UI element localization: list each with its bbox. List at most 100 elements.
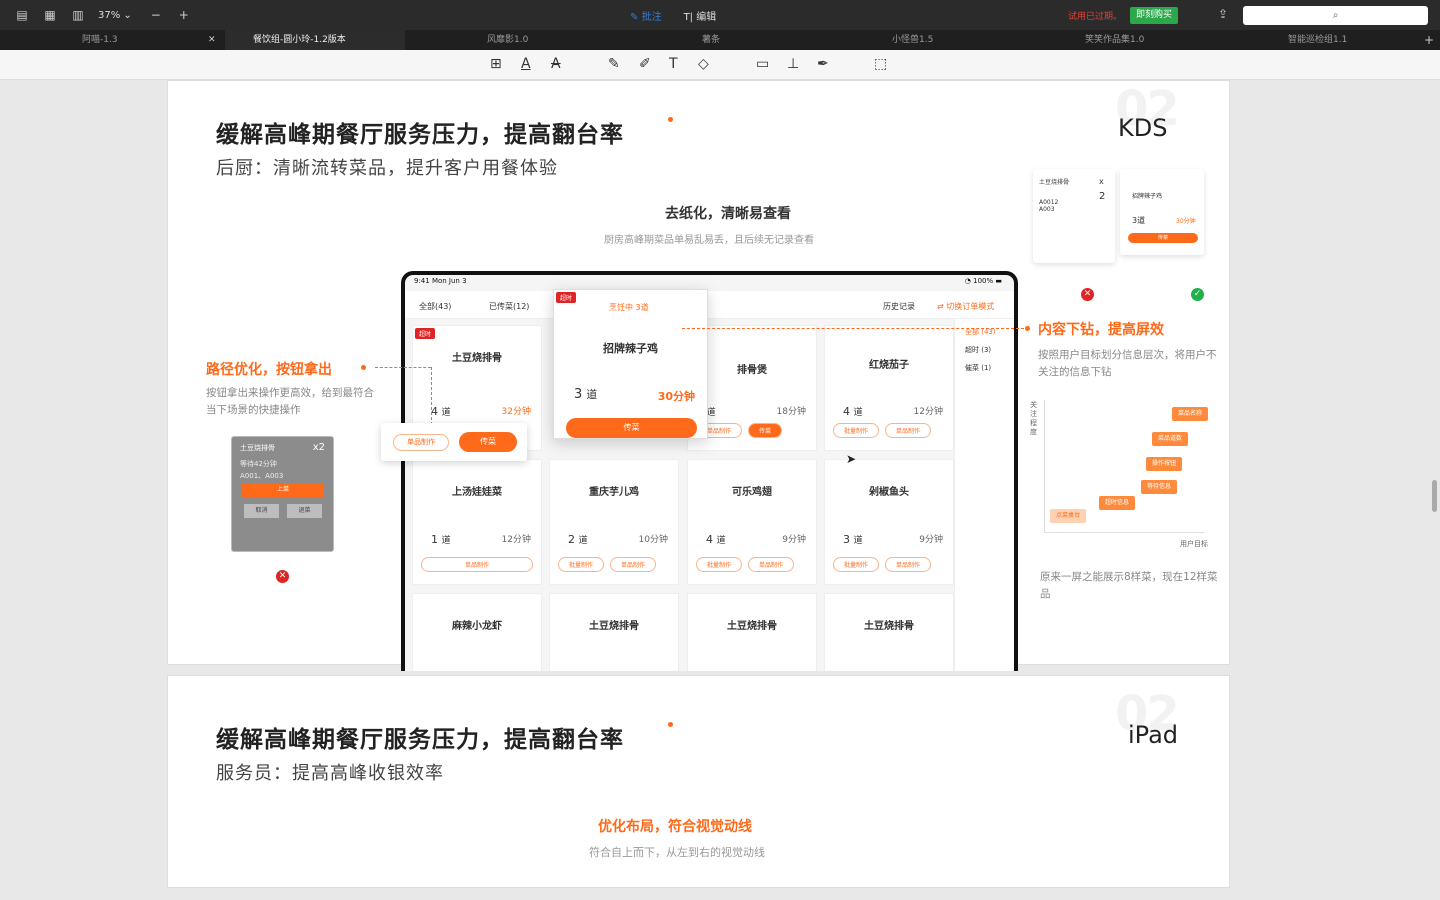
- accent-dot: [668, 722, 673, 727]
- zoom-out-icon[interactable]: −: [142, 8, 170, 22]
- accent-dot: [1025, 326, 1030, 331]
- switch-order-mode[interactable]: ⇄ 切换订单模式: [937, 301, 994, 312]
- dish-qty: 4 道: [706, 532, 726, 546]
- priority-pill: 超时信息: [1099, 496, 1136, 510]
- dish-name: 土豆烧排骨: [589, 621, 639, 632]
- close-tab-icon[interactable]: ✕: [208, 30, 216, 50]
- share-icon[interactable]: ⇪: [1218, 7, 1228, 21]
- zoom-select[interactable]: 37% ⌄: [98, 10, 132, 21]
- annotate-mode-button[interactable]: ✎ 批注: [630, 8, 662, 23]
- dish-card[interactable]: 可乐鸡翅 4 道 9分钟 批量制作 单品制作: [687, 459, 817, 585]
- single-make-button[interactable]: 单品制作: [610, 557, 657, 572]
- batch-make-button[interactable]: 批量制作: [558, 557, 605, 572]
- single-make-button[interactable]: 单品制作: [393, 434, 449, 451]
- single-make-button[interactable]: 单品制作: [421, 557, 533, 572]
- status-time: 9:41 Mon Jun 3: [414, 277, 467, 285]
- old-design-card: 土豆烧排骨 x2 等待42分钟 A001、A003 上菜 取消 退菜: [231, 436, 334, 552]
- old-count: x2: [312, 442, 325, 453]
- annotation-toolbar: ⊞ A A ✎ ✐ T ◇ ▭ ⊥ ✒ ⬚: [0, 50, 1440, 80]
- dish-card[interactable]: 上汤娃娃菜 1 道 12分钟 单品制作: [412, 459, 542, 585]
- quick-action-popup: 单品制作 传菜: [381, 423, 527, 461]
- old-wait: 等待42分钟: [240, 460, 277, 468]
- right-callout-title: 内容下钻，提高屏效: [1038, 322, 1164, 338]
- filter-urge[interactable]: 催菜 (1): [965, 363, 1014, 373]
- slide-ipad: 缓解高峰期餐厅服务压力，提高翻台率 服务员：提高高峰收银效率 02 iPad 优…: [167, 675, 1230, 888]
- note-icon[interactable]: ▭: [756, 56, 769, 72]
- grid-view-icon[interactable]: ▦: [36, 8, 64, 22]
- page-view-icon[interactable]: ▥: [64, 8, 92, 22]
- dish-card[interactable]: 土豆烧排骨: [549, 593, 679, 671]
- dish-card[interactable]: 土豆烧排骨: [824, 593, 954, 671]
- edit-mode-button[interactable]: T| 编辑: [684, 8, 717, 23]
- search-icon: ⌕: [1332, 10, 1339, 21]
- stamp-icon[interactable]: ⊥: [787, 56, 799, 72]
- serve-button[interactable]: 传菜: [566, 418, 697, 438]
- tab-document[interactable]: 笑笑作品集1.0: [1085, 30, 1144, 50]
- strikethrough-text-icon[interactable]: A: [551, 56, 561, 72]
- dish-unit: 道: [578, 535, 588, 546]
- tab-document[interactable]: 薯条: [702, 30, 720, 50]
- shapes-icon[interactable]: ◇: [698, 56, 709, 72]
- dish-actions: 单品制作: [421, 557, 533, 572]
- dish-qty: 4 道: [431, 404, 451, 418]
- dish-actions: 批量制作 单品制作: [696, 557, 795, 572]
- batch-make-button[interactable]: 批量制作: [696, 557, 743, 572]
- underline-text-icon[interactable]: A: [521, 56, 531, 72]
- dish-name: 土豆烧排骨: [864, 621, 914, 632]
- text-box-icon[interactable]: ⊞: [490, 56, 502, 72]
- priority-y-axis: [1044, 400, 1045, 532]
- tab-served[interactable]: 已传菜(12): [489, 301, 529, 312]
- tab-document[interactable]: 智能巡检组1.1: [1288, 30, 1347, 50]
- buy-now-button[interactable]: 即刻购买: [1130, 7, 1179, 24]
- dish-unit: 道: [441, 407, 451, 418]
- dish-card[interactable]: 土豆烧排骨: [687, 593, 817, 671]
- tab-document[interactable]: 小怪兽1.5: [892, 30, 933, 50]
- serve-button[interactable]: 传菜: [459, 432, 517, 452]
- select-area-icon[interactable]: ⬚: [874, 56, 887, 72]
- zoom-value: 37%: [98, 9, 121, 21]
- batch-make-button[interactable]: 批量制作: [833, 423, 880, 438]
- signature-icon[interactable]: ✒: [817, 56, 829, 72]
- batch-make-button[interactable]: 批量制作: [833, 557, 880, 572]
- overtime-badge: 超时: [556, 292, 577, 303]
- tab-document-active[interactable]: 餐饮组-圆小玲-1.2版本: [225, 30, 405, 50]
- slide-title: 缓解高峰期餐厅服务压力，提高翻台率: [216, 122, 624, 148]
- sidebar-toggle-icon[interactable]: ▤: [8, 8, 36, 22]
- overtime-badge: 超时: [415, 328, 436, 339]
- highlighted-dish-card[interactable]: 超时 烹饪中 3道 招牌辣子鸡 3 道 30分钟 传菜: [553, 289, 708, 439]
- new-tab-icon[interactable]: +: [1424, 30, 1434, 50]
- pencil-icon[interactable]: ✎: [608, 56, 620, 72]
- goal-axis-label: 用户目标: [1180, 540, 1208, 548]
- filter-overtime[interactable]: 超时 (3): [965, 345, 1014, 355]
- priority-pill: 菜品名称: [1172, 407, 1209, 421]
- dish-unit: 道: [853, 535, 863, 546]
- single-make-button[interactable]: 单品制作: [885, 423, 932, 438]
- kds-filter-sidebar: 全部 (43) 超时 (3) 催菜 (1): [954, 319, 1014, 671]
- connector-line: [682, 328, 1024, 329]
- old-serve-button: 上菜: [242, 483, 324, 497]
- new-mini-card: 招牌辣子鸡 3道 30分钟 传菜: [1120, 169, 1204, 255]
- serve-button[interactable]: 传菜: [748, 423, 783, 438]
- single-make-button[interactable]: 单品制作: [885, 557, 932, 572]
- dish-wait: 12分钟: [913, 407, 943, 417]
- edit-label: 编辑: [696, 11, 717, 23]
- vertical-scrollbar[interactable]: [1432, 480, 1437, 512]
- highlighter-icon[interactable]: ✐: [639, 56, 651, 72]
- mode-switcher: ✎ 批注 T| 编辑: [630, 0, 716, 30]
- tab-all[interactable]: 全部(43): [419, 301, 451, 312]
- tab-document[interactable]: 阿喵-1.3: [82, 30, 118, 50]
- right-callout-desc: 按照用户目标划分信息层次，将用户不关注的信息下钻: [1038, 349, 1217, 378]
- dish-wait: 10分钟: [638, 535, 668, 545]
- dish-card[interactable]: 红烧茄子 4 道 12分钟 批量制作 单品制作: [824, 325, 954, 451]
- single-make-button[interactable]: 单品制作: [748, 557, 795, 572]
- text-tool-icon[interactable]: T: [669, 56, 678, 72]
- dish-name: 剁椒鱼头: [869, 487, 909, 498]
- tab-history[interactable]: 历史记录: [883, 301, 915, 312]
- dish-card[interactable]: 重庆芋儿鸡 2 道 10分钟 批量制作 单品制作: [549, 459, 679, 585]
- dish-card[interactable]: 剁椒鱼头 3 道 9分钟 批量制作 单品制作: [824, 459, 954, 585]
- bottom-note: 原来一屏之能展示8样菜，现在12样菜品: [1040, 571, 1218, 600]
- search-input[interactable]: ⌕: [1243, 6, 1428, 25]
- dish-card[interactable]: 麻辣小龙虾: [412, 593, 542, 671]
- tab-document[interactable]: 风靡影1.0: [487, 30, 528, 50]
- zoom-in-icon[interactable]: +: [170, 8, 198, 22]
